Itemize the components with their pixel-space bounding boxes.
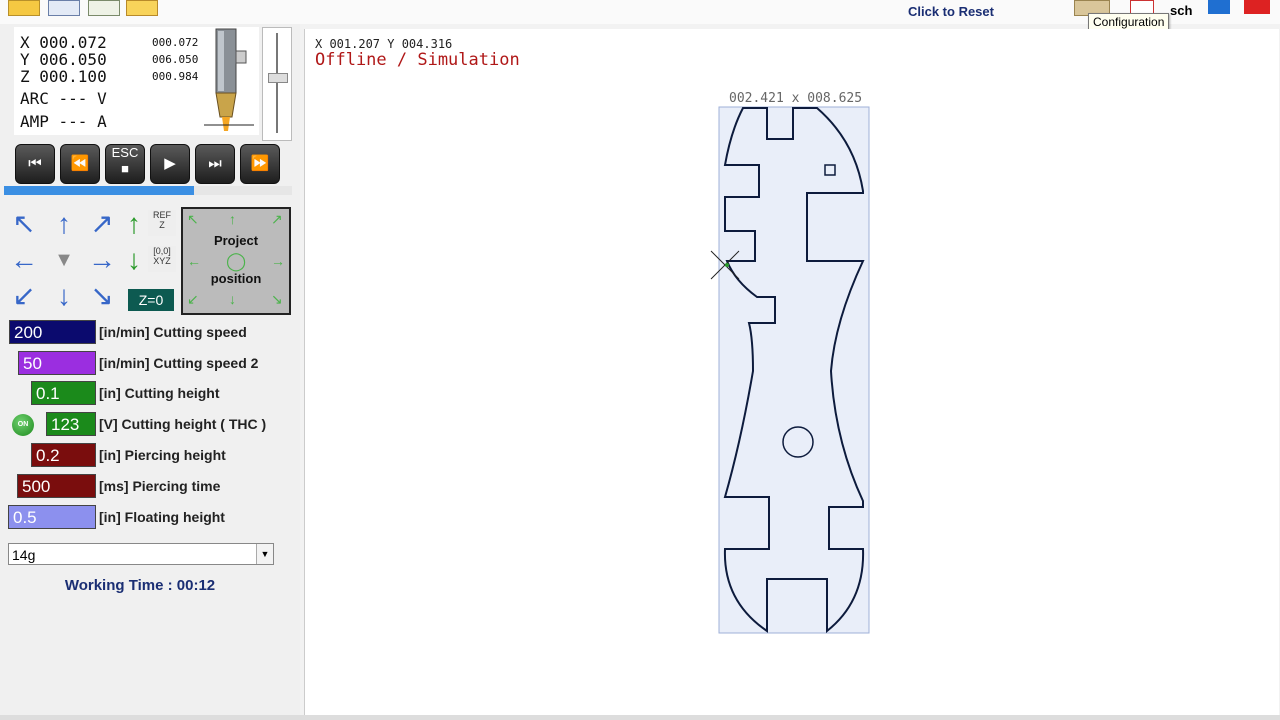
arrow-w-icon: ← [187,253,201,269]
jog-down-right-icon[interactable]: ↘ [86,280,118,312]
status-text: Offline / Simulation [315,50,520,70]
jog-left-icon[interactable]: ← [8,244,40,276]
jog-up-icon[interactable]: ↑ [48,208,80,240]
top-toolbar: Click to Reset sch Configuration [0,0,1280,32]
cutting-height-input[interactable]: 0.1 [31,381,96,405]
arrow-se-icon: ↘ [271,291,283,307]
piercing-time-label: [ms] Piercing time [99,478,221,494]
piercing-height-input[interactable]: 0.2 [31,443,96,467]
zero-xyz-button[interactable]: [0,0] XYZ [148,246,176,272]
slider-thumb[interactable] [268,73,288,83]
material-select-value: 14g [12,547,36,563]
exit-icon[interactable] [1244,0,1270,14]
search-label[interactable]: sch [1170,3,1192,18]
floating-height-input[interactable]: 0.5 [8,505,96,529]
z-position: Z 000.100 [20,67,107,86]
height-slider[interactable] [262,27,292,141]
torch-center-icon: ▼ [54,249,74,271]
jog-down-left-icon[interactable]: ↙ [8,280,40,312]
chevron-down-icon[interactable]: ▼ [256,544,273,564]
thc-height-label: [V] Cutting height ( THC ) [99,416,267,432]
position-readout: X 000.072 Y 006.050 Z 000.100 000.072 00… [14,27,259,135]
slider-track [276,33,278,133]
arrow-n-icon: ↑ [229,211,236,227]
open-folder-icon[interactable] [8,0,40,16]
amperage: AMP --- A [20,112,107,131]
stop-button[interactable]: ESC ■ [105,144,145,184]
torch-position-marker [725,263,729,267]
arrow-ne-icon: ↗ [271,211,283,227]
star-tool-icon[interactable] [126,0,158,16]
progress-bar [4,186,195,195]
arrow-e-icon: → [271,253,285,269]
jog-up-left-icon[interactable]: ↖ [8,208,40,240]
simulation-canvas[interactable]: X 001.207 Y 004.316 Offline / Simulation… [304,29,1279,715]
center-circle-icon: ◯ [226,251,247,271]
next-button[interactable]: ⏭ [195,144,235,184]
project-position-button[interactable]: ↖ ↑ ↗ Project ← ◯ → position ↙ ↓ ↘ [181,207,291,315]
arrow-s-icon: ↓ [229,291,236,307]
first-button[interactable]: ⏮ [15,144,55,184]
y-small-readout: 006.050 [152,53,199,66]
floating-height-label: [in] Floating height [99,509,225,525]
edit-icon[interactable] [88,0,120,16]
cutting-speed-2-input[interactable]: 50 [18,351,96,375]
working-time: Working Time : 00:12 [64,577,216,594]
cursor-coordinates: X 001.207 Y 004.316 [315,37,453,51]
thc-height-input[interactable]: 123 [46,412,96,436]
arrow-nw-icon: ↖ [187,211,199,227]
cutting-height-label: [in] Cutting height [99,385,220,401]
jog-up-right-icon[interactable]: ↗ [86,208,118,240]
arc-voltage: ARC --- V [20,89,107,108]
play-button[interactable]: ▶ [150,144,190,184]
piercing-height-label: [in] Piercing height [99,447,226,463]
cutting-speed-label: [in/min] Cutting speed [99,324,247,340]
last-button[interactable]: ⏩ [240,144,280,184]
part-bounding-box [718,106,870,634]
piercing-time-input[interactable]: 500 [17,474,96,498]
ref-z-button[interactable]: REF Z [148,210,176,236]
cutting-speed-input[interactable]: 200 [9,320,96,344]
material-select[interactable]: 14g ▼ [8,543,274,565]
esc-label: ESC [111,145,139,160]
previous-button[interactable]: ⏪ [60,144,100,184]
project-label: Project [213,233,259,248]
z-up-icon[interactable]: ↑ [118,208,150,240]
z-down-icon[interactable]: ↓ [118,244,150,276]
position-label: position [210,271,262,286]
arrow-sw-icon: ↙ [187,291,199,307]
cutting-speed-2-label: [in/min] Cutting speed 2 [99,355,259,371]
status-strip [0,715,1280,720]
x-small-readout: 000.072 [152,36,199,49]
jog-right-icon[interactable]: → [86,244,118,276]
torch-icon [204,28,254,131]
help-icon[interactable] [1208,0,1230,14]
thc-toggle[interactable]: ON [12,414,34,436]
z-small-readout: 000.984 [152,70,199,83]
zero-z-button[interactable]: Z=0 [128,289,174,311]
document-icon[interactable] [48,0,80,16]
part-preview [710,106,870,634]
reset-link[interactable]: Click to Reset [908,4,994,19]
jog-down-icon[interactable]: ↓ [48,280,80,312]
